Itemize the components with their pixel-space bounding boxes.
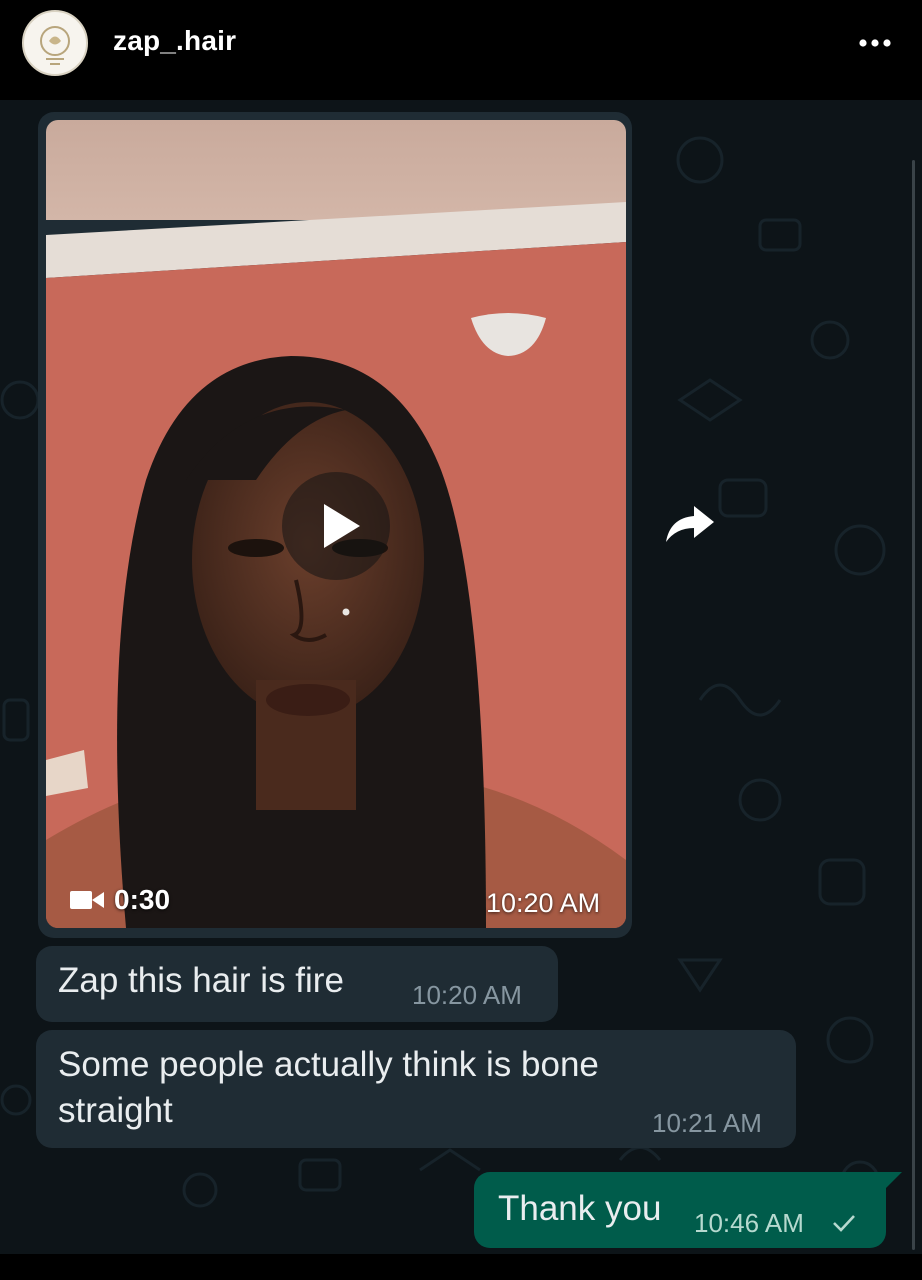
forward-icon[interactable] (664, 502, 716, 546)
top-header: zap_.hair (0, 0, 922, 100)
message-timestamp: 10:46 AM (694, 1208, 804, 1238)
bubble-tail (884, 1172, 902, 1190)
scrollbar[interactable] (912, 160, 915, 1250)
bottom-bar (0, 1254, 922, 1280)
message-timestamp: 10:20 AM (412, 980, 522, 1010)
video-camera-icon (70, 891, 104, 909)
brand-logo-icon (25, 13, 85, 73)
message-timestamp: 10:21 AM (652, 1108, 762, 1138)
incoming-message[interactable]: Zap this hair is fire 10:20 AM (36, 946, 558, 1022)
outgoing-message[interactable]: Thank you 10:46 AM (474, 1172, 886, 1248)
profile-username[interactable]: zap_.hair (113, 25, 236, 57)
incoming-message[interactable]: Some people actually think is bone strai… (36, 1030, 796, 1148)
message-text: Thank you (498, 1189, 662, 1228)
sent-check-icon (833, 1215, 855, 1232)
more-options-icon[interactable] (858, 36, 892, 50)
video-duration-label: 0:30 (114, 884, 171, 915)
message-text: Zap this hair is fire (58, 961, 344, 1000)
profile-avatar[interactable] (22, 10, 88, 76)
video-timestamp: 10:20 AM (486, 888, 601, 918)
play-icon (324, 504, 360, 548)
message-text: Some people actually think is bone strai… (58, 1045, 599, 1130)
play-button[interactable] (282, 472, 390, 580)
video-duration: 0:30 (70, 884, 170, 916)
